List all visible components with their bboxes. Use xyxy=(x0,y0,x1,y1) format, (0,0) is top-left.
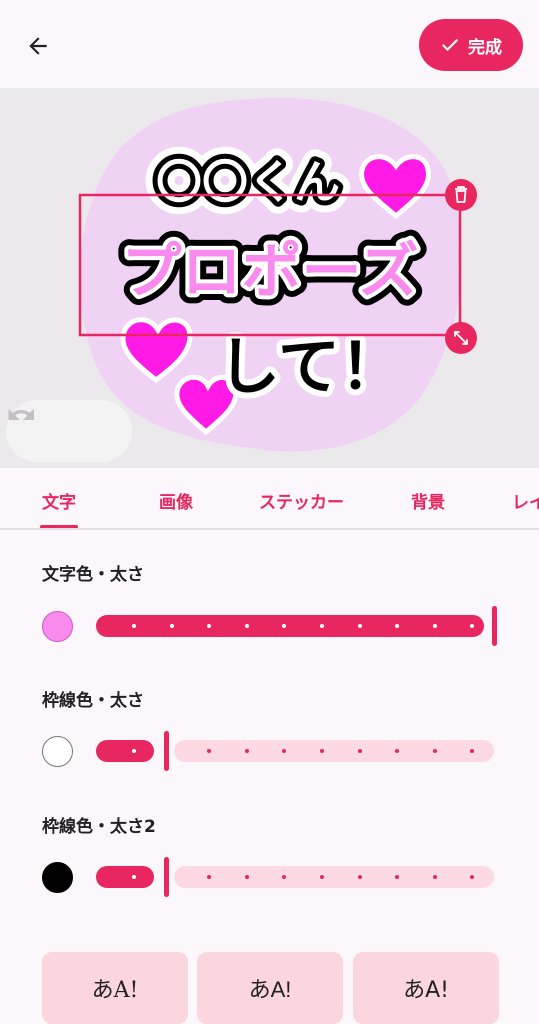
undo-redo-bar xyxy=(6,400,132,462)
text-weight-slider[interactable] xyxy=(96,606,497,646)
back-button[interactable] xyxy=(18,26,58,66)
redo-icon xyxy=(8,408,34,420)
tab-text[interactable]: 文字 xyxy=(42,488,76,513)
slider-tick xyxy=(357,875,362,879)
slider-tick xyxy=(320,749,324,753)
slider-tick xyxy=(244,875,249,879)
slider-thumb[interactable] xyxy=(492,606,497,646)
slider-tick xyxy=(244,624,249,628)
slider-fill xyxy=(96,866,154,888)
slider-tick xyxy=(132,624,136,628)
outline-color2-swatch[interactable] xyxy=(42,862,73,893)
font-style-bold-button[interactable]: あA! xyxy=(353,952,499,1024)
text-color-swatch[interactable] xyxy=(42,611,73,642)
slider-tick xyxy=(320,875,324,879)
delete-handle[interactable] xyxy=(445,179,477,211)
tab-background[interactable]: 背景 xyxy=(411,488,445,513)
slider-tick xyxy=(132,749,136,753)
sticker-line-2-inner: プロポーズ xyxy=(122,237,419,307)
slider-thumb[interactable] xyxy=(164,857,169,897)
outline-color-swatch[interactable] xyxy=(42,736,73,767)
font-style-thin-button[interactable]: あA! xyxy=(42,952,188,1024)
done-button[interactable]: 完成 xyxy=(419,19,523,71)
arrow-left-icon xyxy=(29,37,47,55)
check-icon xyxy=(442,39,458,51)
slider-fill xyxy=(96,740,154,762)
slider-fill xyxy=(96,615,484,637)
outline-color2-label: 枠線色・太さ2 xyxy=(42,817,156,837)
resize-handle[interactable] xyxy=(445,322,477,354)
slider-track xyxy=(174,866,494,888)
sticker-line-1-core: 〇〇くん xyxy=(156,155,340,209)
sticker-line-3: して！ xyxy=(218,330,402,403)
outline-weight2-slider[interactable] xyxy=(96,857,496,897)
slider-thumb[interactable] xyxy=(164,731,169,771)
top-app-bar: 完成 xyxy=(0,0,539,88)
font-style-regular-button[interactable]: あA! xyxy=(197,952,343,1024)
tab-image[interactable]: 画像 xyxy=(159,488,193,513)
tab-indicator xyxy=(40,525,78,528)
slider-tick xyxy=(432,624,437,628)
slider-tick xyxy=(169,624,174,628)
tab-sticker[interactable]: ステッカー xyxy=(259,488,344,513)
tab-layer[interactable]: レイ xyxy=(512,488,539,513)
done-label: 完成 xyxy=(468,37,502,58)
slider-track xyxy=(174,740,494,762)
slider-tick xyxy=(244,749,249,753)
editor-canvas[interactable]: 〇〇くん 〇〇くん プロポーズ プロポーズ して！ xyxy=(0,88,539,468)
slider-tick xyxy=(320,624,324,628)
slider-tick xyxy=(432,875,437,879)
slider-tick xyxy=(357,624,362,628)
outline-weight-slider[interactable] xyxy=(96,731,496,771)
slider-tick xyxy=(432,749,437,753)
redo-button[interactable] xyxy=(8,408,111,449)
outline-color-label: 枠線色・太さ xyxy=(42,691,144,711)
slider-tick xyxy=(357,749,362,753)
slider-tick xyxy=(132,875,136,879)
text-color-label: 文字色・太さ xyxy=(42,565,144,585)
tab-bar: 文字 画像 ステッカー 背景 レイ xyxy=(0,468,539,530)
